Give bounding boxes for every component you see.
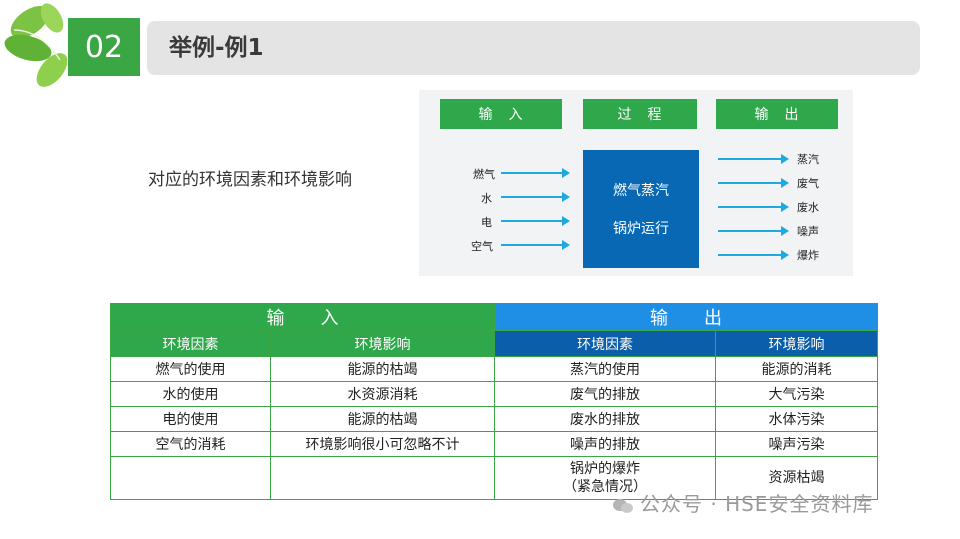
table-cell: 噪声污染	[715, 431, 878, 457]
diagram-input-label: 电	[481, 216, 492, 229]
arrow-icon	[501, 168, 570, 178]
diagram-input-label: 水	[481, 192, 492, 205]
process-line: 锅炉运行	[613, 221, 669, 237]
column-header: 环境因素	[110, 330, 271, 357]
table-cell: 能源的枯竭	[270, 356, 495, 382]
diagram-output-label: 蒸汽	[797, 153, 819, 166]
table-cell: 能源的枯竭	[270, 406, 495, 432]
table-cell: 蒸汽的使用	[494, 356, 716, 382]
table-cell: 电的使用	[110, 406, 271, 432]
cell-line: 锅炉的爆炸	[570, 461, 640, 477]
arrow-icon	[718, 226, 789, 236]
column-header: 环境影响	[715, 330, 878, 357]
arrow-icon	[718, 178, 789, 188]
arrow-icon	[501, 192, 570, 202]
page-title: 举例-例1	[169, 35, 264, 61]
process-box: 燃气蒸汽 锅炉运行	[583, 150, 699, 268]
table-cell: 空气的消耗	[110, 431, 271, 457]
table-cell: 噪声的排放	[494, 431, 716, 457]
table-output-header: 输 出	[494, 303, 878, 331]
arrow-icon	[501, 216, 570, 226]
diagram-input-label: 燃气	[473, 168, 495, 181]
table-cell: 废水的排放	[494, 406, 716, 432]
wechat-icon	[613, 498, 633, 513]
table-cell: 环境影响很小可忽略不计	[270, 431, 495, 457]
diagram-output-label: 爆炸	[797, 249, 819, 262]
subtitle: 对应的环境因素和环境影响	[148, 170, 352, 190]
table-cell: 水体污染	[715, 406, 878, 432]
diagram-output-label: 废气	[797, 177, 819, 190]
arrow-icon	[718, 202, 789, 212]
diagram-input-header: 输 入	[440, 99, 562, 129]
environment-table: 输 入 输 出 环境因素 环境影响 环境因素 环境影响 燃气的使用 能源的枯竭 …	[110, 303, 878, 500]
column-header: 环境影响	[270, 330, 495, 357]
diagram-input-label: 空气	[471, 240, 493, 253]
arrow-icon	[501, 240, 570, 250]
diagram-output-label: 废水	[797, 201, 819, 214]
table-row: 电的使用 能源的枯竭 废水的排放 水体污染	[110, 406, 878, 432]
table-cell: 水资源消耗	[270, 381, 495, 407]
table-input-header: 输 入	[110, 303, 495, 331]
table-row: 水的使用 水资源消耗 废气的排放 大气污染	[110, 381, 878, 407]
diagram-output-label: 噪声	[797, 225, 819, 238]
process-diagram: 输 入 过 程 输 出 燃气 水 电 空气 燃气蒸汽 锅炉运行 蒸汽 废气 废水…	[419, 90, 853, 276]
table-cell	[270, 456, 495, 500]
arrow-icon	[718, 154, 789, 164]
table-row: 空气的消耗 环境影响很小可忽略不计 噪声的排放 噪声污染	[110, 431, 878, 457]
diagram-process-header: 过 程	[583, 99, 697, 129]
table-cell: 废气的排放	[494, 381, 716, 407]
arrow-icon	[718, 250, 789, 260]
table-cell: 大气污染	[715, 381, 878, 407]
process-line: 燃气蒸汽	[613, 183, 669, 199]
table-cell: 水的使用	[110, 381, 271, 407]
table-cell: 燃气的使用	[110, 356, 271, 382]
table-cell	[110, 456, 271, 500]
table-cell: 能源的消耗	[715, 356, 878, 382]
column-header: 环境因素	[494, 330, 716, 357]
diagram-output-header: 输 出	[716, 99, 838, 129]
title-bar: 举例-例1	[147, 21, 920, 75]
watermark-text: 公众号 · HSE安全资料库	[640, 492, 874, 516]
section-number: 02	[68, 18, 140, 76]
table-row: 燃气的使用 能源的枯竭 蒸汽的使用 能源的消耗	[110, 356, 878, 382]
watermark: 公众号 · HSE安全资料库	[612, 488, 873, 517]
